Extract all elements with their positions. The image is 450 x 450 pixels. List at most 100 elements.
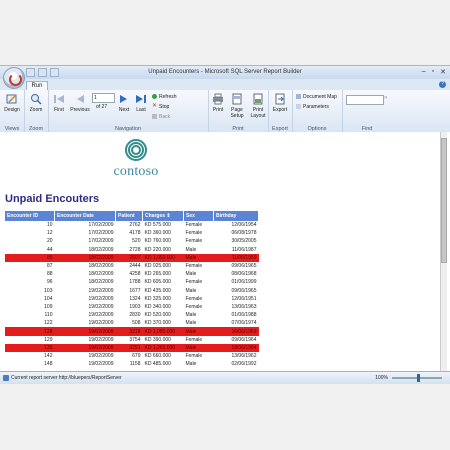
cell-patient: 2830 — [129, 312, 141, 319]
cell-sex: Male — [185, 361, 197, 368]
cell-patient: 1788 — [129, 279, 141, 286]
find-input[interactable] — [346, 95, 384, 105]
current-page-input[interactable]: 1 — [92, 93, 115, 103]
cell-sex: Female — [185, 263, 203, 270]
cell-birthday: 07/06/1974 — [231, 320, 257, 327]
refresh-icon — [152, 94, 157, 100]
ribbon-tab-strip: Run ? — [0, 79, 450, 91]
column-header-sex[interactable]: Sex — [183, 211, 214, 221]
magnifier-icon — [31, 94, 42, 105]
cell-birthday: 18/06/1984 — [213, 343, 259, 352]
print-layout-button[interactable]: Print Layout — [248, 93, 268, 119]
column-header-encounter-id[interactable]: Encounter ID — [5, 211, 55, 221]
close-icon[interactable]: ✕ — [440, 68, 446, 76]
table-row: 128 19/02/2009 3218 KD 1,080.000 Male 16/06/1… — [5, 327, 259, 336]
vertical-scrollbar[interactable] — [440, 132, 447, 371]
refresh-button[interactable]: Refresh — [152, 94, 177, 100]
design-button[interactable]: Design — [2, 93, 22, 113]
cell-encounter-date: 18/02/2009 — [54, 253, 116, 262]
cell-charges: KD 435.000 — [144, 287, 171, 294]
table-row: 96 18/02/2009 1788 KD 605.000 Female 01/06/19… — [5, 278, 259, 286]
table-row: 148 19/02/2009 1158 KD 485.000 Male 02/06/199… — [5, 360, 259, 368]
table-row: 129 19/02/2009 3754 KD 390.000 Female 09/06/1… — [5, 336, 259, 344]
cell-encounter-date: 19/02/2009 — [88, 320, 114, 327]
column-header-charges[interactable]: Charges ⇕ — [142, 211, 184, 221]
cell-encounter-date: 18/02/2009 — [88, 263, 114, 270]
cell-sex: Male — [185, 312, 197, 319]
scrollbar-thumb[interactable] — [441, 138, 447, 263]
cell-charges: KD 025.000 — [144, 263, 171, 270]
cell-encounter-id: 88 — [46, 271, 53, 278]
cell-birthday: 16/06/1969 — [213, 327, 259, 336]
column-header-patient[interactable]: Patient — [115, 211, 143, 221]
minimize-icon[interactable]: – — [422, 68, 426, 76]
previous-page-button[interactable]: Previous — [69, 93, 91, 113]
contoso-mark-icon — [125, 139, 147, 161]
table-row: 10 17/02/2009 2762 KD 575.000 Female 12/06/19… — [5, 221, 259, 229]
back-icon — [152, 114, 157, 120]
back-button[interactable]: Back — [152, 114, 170, 120]
cell-charges: KD 760.000 — [144, 238, 171, 245]
group-export: Export Export — [268, 90, 293, 132]
restore-icon[interactable]: ▫ — [432, 68, 434, 76]
cell-charges: KD 1,050.000 — [142, 253, 184, 262]
cell-encounter-id: 142 — [44, 353, 53, 360]
zoom-button[interactable]: Zoom — [26, 93, 46, 113]
find-next-icon[interactable]: » — [384, 95, 387, 101]
cell-patient: 4258 — [129, 271, 141, 278]
report-title: Unpaid Encouters — [5, 193, 100, 205]
cell-patient: 3218 — [115, 327, 143, 336]
cell-encounter-id: 122 — [44, 320, 53, 327]
first-page-icon — [54, 95, 64, 103]
cell-encounter-date: 17/02/2009 — [88, 222, 114, 229]
cell-charges: KD 605.000 — [144, 279, 171, 286]
cell-charges: KD 520.000 — [144, 312, 171, 319]
parameters-button[interactable]: Parameters — [296, 104, 329, 110]
first-page-button[interactable]: First — [50, 93, 68, 113]
cell-birthday: 12/06/1954 — [231, 222, 257, 229]
cell-encounter-id: 129 — [44, 336, 53, 343]
cell-birthday: 13/06/1962 — [231, 353, 257, 360]
cell-patient: 1903 — [129, 303, 141, 310]
cell-sex: Male — [185, 271, 197, 278]
table-row: 142 19/02/2009 679 KD 660.000 Female 13/06/19… — [5, 352, 259, 360]
print-button[interactable]: Print — [210, 93, 226, 113]
table-row: 109 19/02/2009 1903 KD 340.000 Female 13/06/1… — [5, 303, 259, 311]
cell-encounter-id: 103 — [44, 287, 53, 294]
cell-encounter-date: 18/02/2009 — [88, 279, 114, 286]
cell-encounter-date: 19/02/2009 — [88, 312, 114, 319]
cell-charges: KD 340.000 — [144, 303, 171, 310]
encounters-table: Encounter ID Encounter Date Patient Char… — [5, 211, 259, 368]
stop-button[interactable]: ✕ Stop — [152, 103, 169, 110]
print-layout-icon — [253, 93, 263, 105]
cell-sex: Female — [185, 238, 203, 245]
page-setup-button[interactable]: Page Setup — [228, 93, 246, 119]
next-page-button[interactable]: Next — [116, 93, 132, 113]
page-count-label: of 27 — [96, 104, 108, 110]
help-icon[interactable]: ? — [439, 81, 446, 88]
cell-patient: 2762 — [129, 222, 141, 229]
cell-encounter-date: 18/02/2009 — [88, 246, 114, 253]
document-map-button[interactable]: Document Map — [296, 94, 337, 100]
window-title: Unpaid Encounters - Microsoft SQL Server… — [148, 69, 302, 75]
last-page-icon — [136, 95, 146, 103]
export-button[interactable]: Export — [270, 93, 290, 113]
cell-charges: KD 325.000 — [144, 295, 171, 302]
cell-sex: Male — [183, 343, 214, 352]
group-find: » Find — [342, 90, 392, 132]
cell-encounter-id: 44 — [46, 246, 53, 253]
last-page-button[interactable]: Last — [133, 93, 149, 113]
group-print: Print Page Setup Print Layout Print — [208, 90, 269, 132]
sort-icon[interactable]: ⇕ — [166, 213, 170, 219]
column-header-birthday[interactable]: Birthday — [213, 211, 259, 221]
cell-charges: KD 265.000 — [144, 271, 171, 278]
column-header-encounter-date[interactable]: Encounter Date — [54, 211, 116, 221]
cell-charges: KD 575.000 — [144, 222, 171, 229]
table-row: 12 17/02/2009 4178 KD 360.000 Female 06/08/19… — [5, 229, 259, 237]
table-row: 20 17/02/2009 520 KD 760.000 Female 30/05/200… — [5, 237, 259, 245]
zoom-slider-thumb[interactable] — [417, 374, 420, 382]
cell-charges: KD 370.000 — [144, 320, 171, 327]
application-button[interactable] — [3, 67, 25, 89]
cell-patient: 2607 — [115, 253, 143, 262]
cell-charges: KD 1,265.000 — [142, 343, 184, 352]
